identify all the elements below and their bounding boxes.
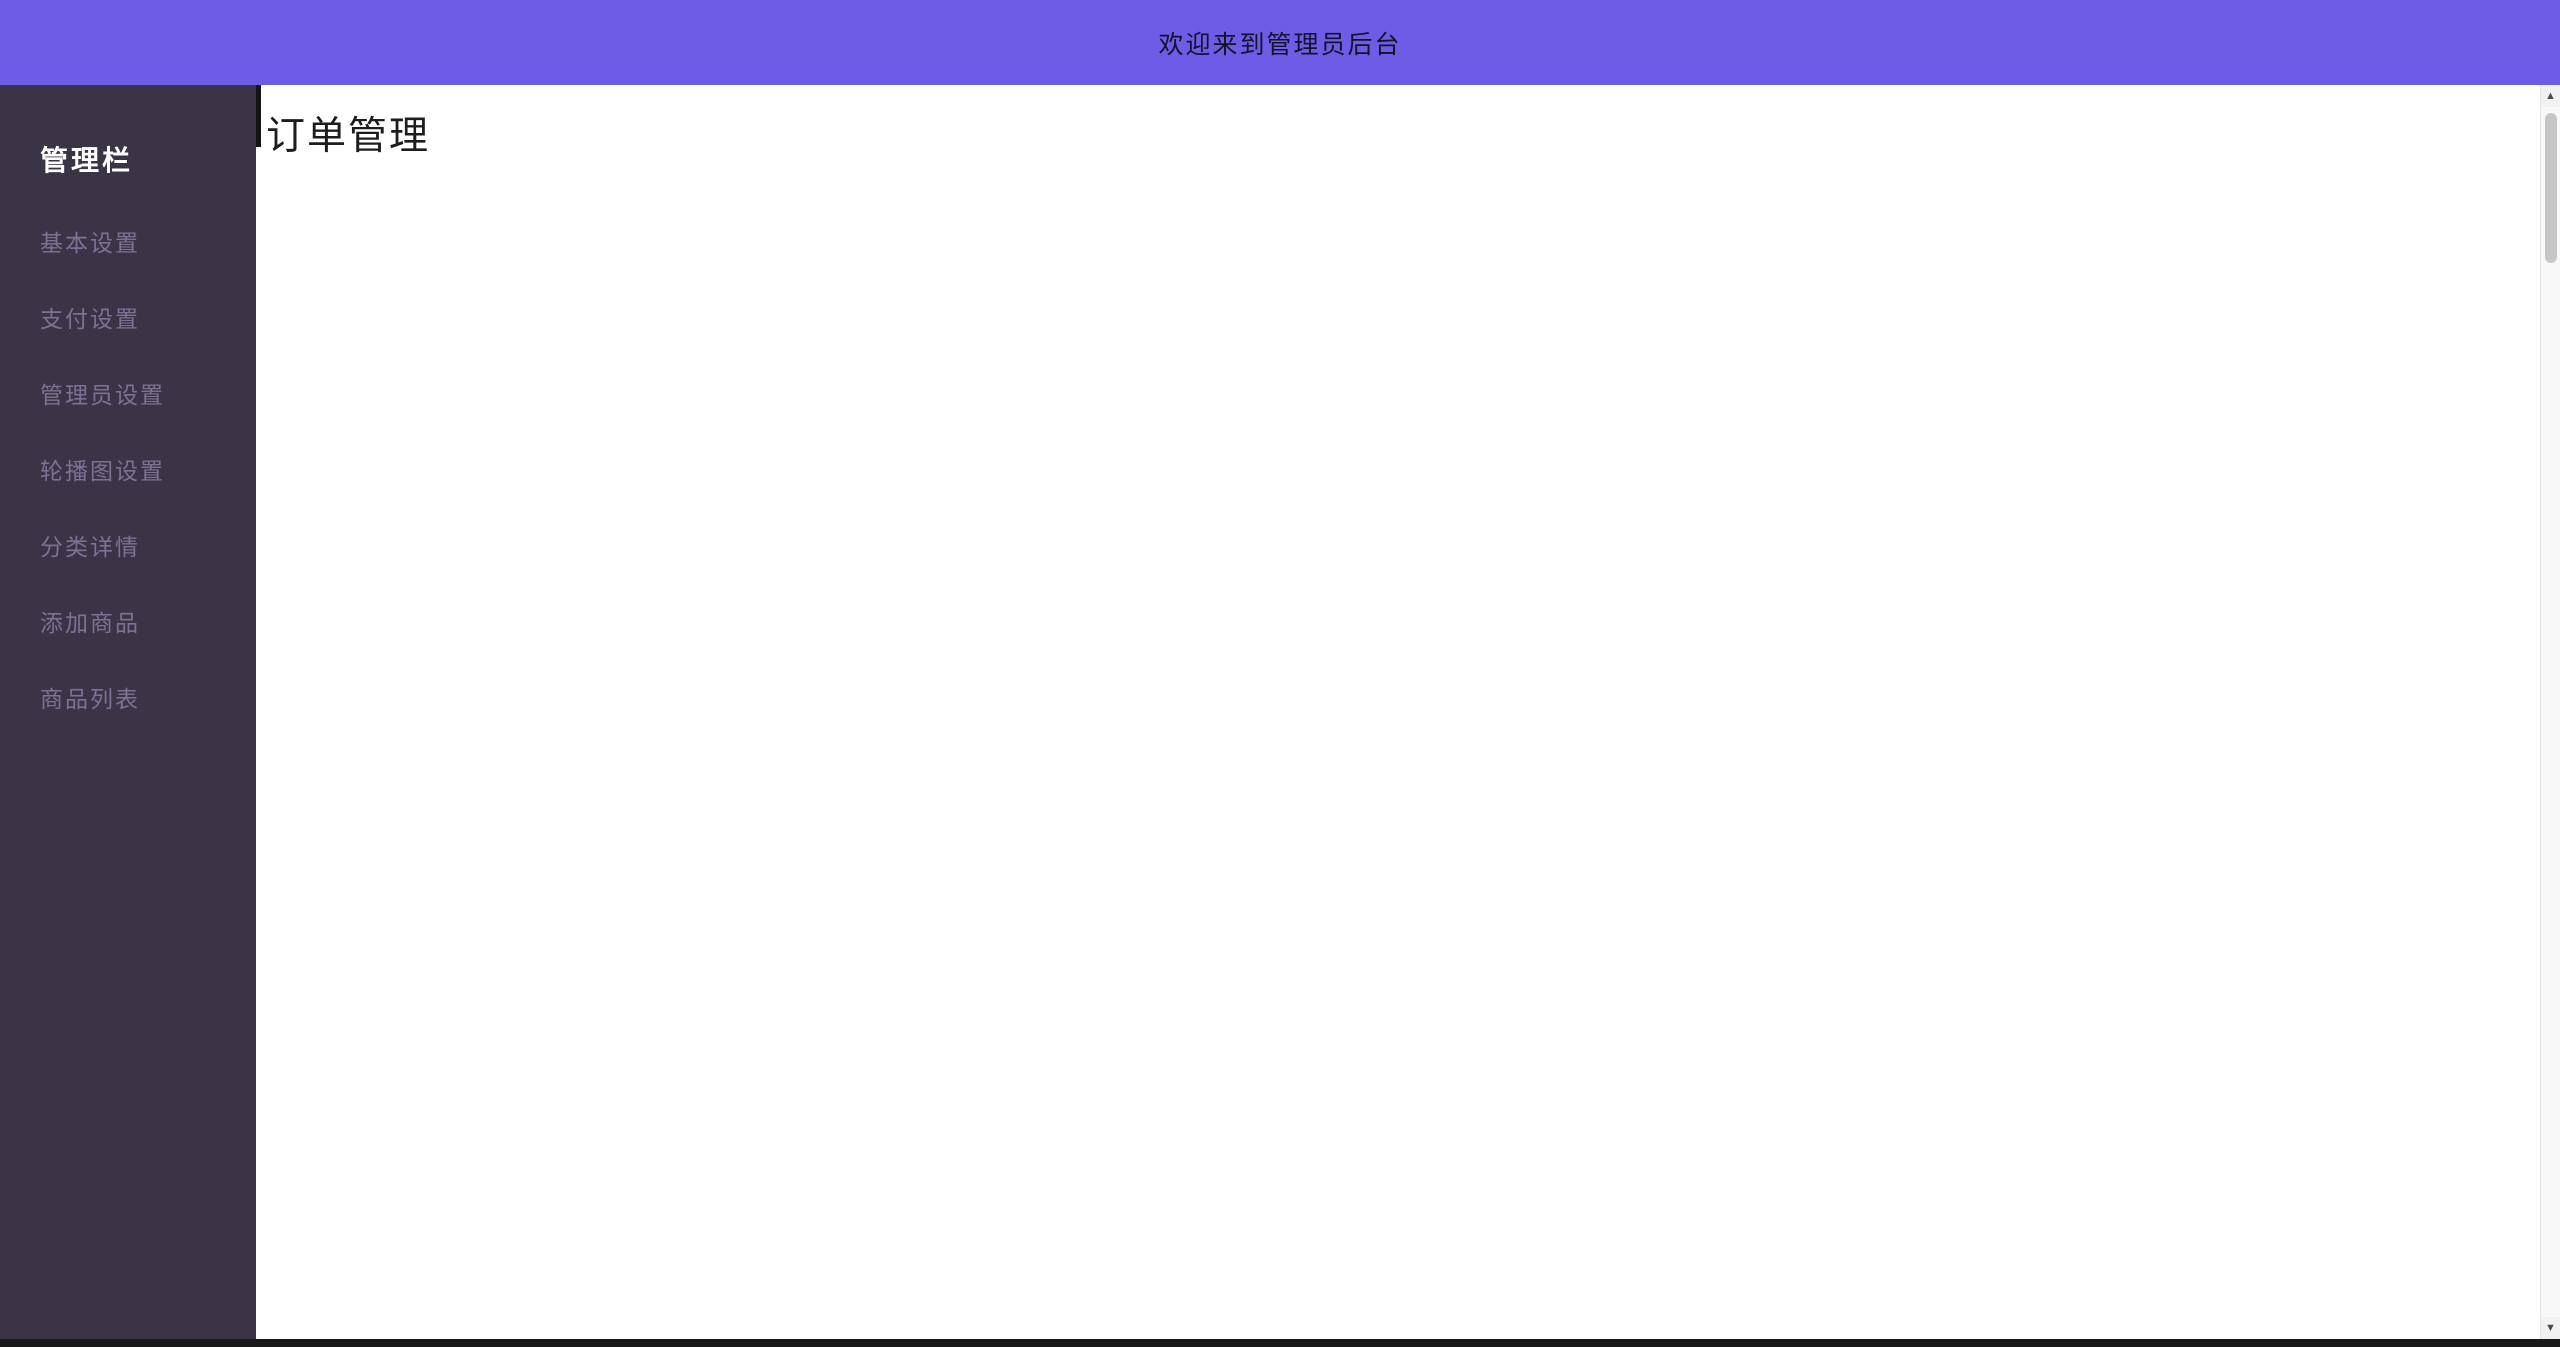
- sidebar-title: 管理栏: [40, 145, 134, 176]
- scrollbar-down-icon[interactable]: ▼: [2540, 1317, 2560, 1339]
- scrollbar-thumb[interactable]: [2544, 113, 2557, 263]
- topbar: 欢迎来到管理员后台: [0, 0, 2560, 85]
- sidebar-item[interactable]: 商品列表: [0, 661, 256, 737]
- sidebar-nav: 整体详情网站设置基本设置支付设置管理员设置轮播图设置商品管理分类详情添加商品商品…: [0, 170, 2544, 1347]
- sidebar-item[interactable]: 轮播图设置: [0, 433, 256, 509]
- page-title: 订单管理: [266, 115, 431, 158]
- sidebar-item[interactable]: 分类详情: [0, 509, 256, 585]
- sidebar-item[interactable]: 退出: [256, 170, 2544, 1347]
- welcome-text: 欢迎来到管理员后台: [1158, 30, 1402, 59]
- sidebar-item[interactable]: 添加商品: [0, 585, 256, 661]
- scrollbar-up-icon[interactable]: ▲: [2540, 85, 2560, 107]
- sidebar-item[interactable]: 基本设置: [0, 205, 256, 281]
- sidebar-item[interactable]: 管理员设置: [0, 357, 256, 433]
- bottom-edge-bar: [0, 1339, 2560, 1347]
- page-scrollbar[interactable]: ▲ ▼: [2540, 85, 2560, 1339]
- title-accent-bar: [256, 85, 261, 147]
- sidebar-item[interactable]: 支付设置: [0, 281, 256, 357]
- sidebar: 管理栏 整体详情网站设置基本设置支付设置管理员设置轮播图设置商品管理分类详情添加…: [0, 85, 2544, 1347]
